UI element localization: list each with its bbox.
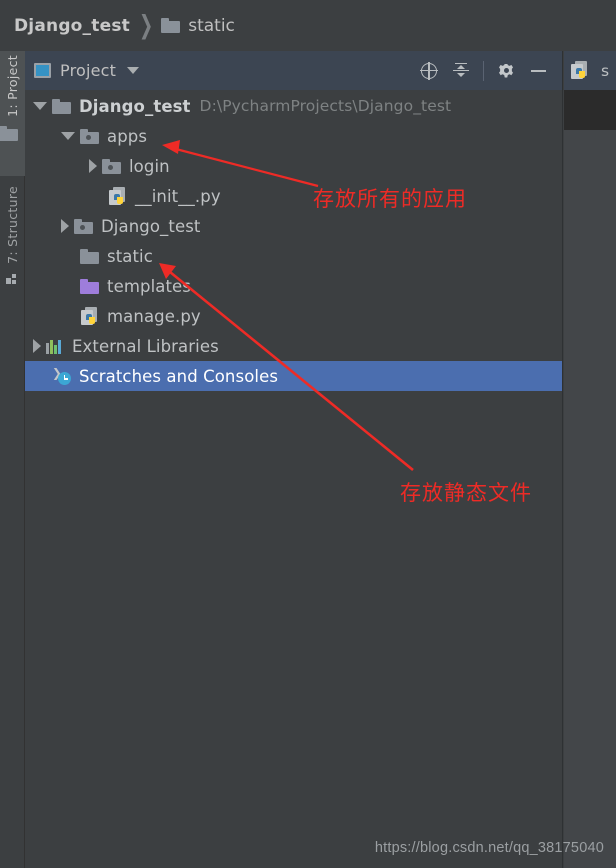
breadcrumb: Django_test ❯ static [0, 0, 616, 51]
folder-icon [0, 125, 18, 141]
module-folder-icon [102, 158, 121, 174]
annotation-label-apps: 存放所有的应用 [313, 187, 467, 211]
editor-tab[interactable]: s [570, 61, 609, 80]
structure-icon [6, 273, 19, 285]
sidebar-item-structure-label: 7: Structure [5, 186, 20, 264]
sidebar-item-project[interactable]: 1: Project [0, 51, 25, 176]
project-tool-window: Project Django_test D:\PycharmProjects\D… [25, 51, 563, 868]
editor-tab-label: s [601, 61, 610, 80]
collapse-all-button[interactable] [445, 55, 477, 87]
project-panel-title: Project [60, 61, 117, 80]
purple-folder-icon [80, 278, 99, 294]
tree-row[interactable]: External Libraries [25, 331, 562, 361]
locate-button[interactable] [413, 55, 445, 87]
scratches-icon: ❯ [52, 367, 71, 385]
tree-row-path: D:\PycharmProjects\Django_test [199, 97, 452, 115]
toolbar-divider [483, 60, 484, 81]
tree-row[interactable]: manage.py [25, 301, 562, 331]
tree-row-label: apps [107, 126, 148, 146]
breadcrumb-leaf-label: static [188, 15, 235, 36]
project-view-selector[interactable]: Project [34, 61, 140, 80]
project-panel-toolbar: Project [25, 51, 562, 90]
python-file-icon [108, 186, 127, 206]
python-file-icon [80, 306, 99, 326]
tree-row[interactable]: Django_test [25, 211, 562, 241]
breadcrumb-root[interactable]: Django_test [14, 16, 130, 36]
project-toolbar-actions [413, 51, 554, 90]
chevron-down-icon[interactable] [127, 67, 140, 74]
sidebar-item-structure[interactable]: 7: Structure [0, 182, 25, 322]
tree-row[interactable]: Django_test D:\PycharmProjects\Django_tes… [25, 91, 562, 121]
tree-row-label: login [129, 156, 170, 176]
tree-row[interactable]: static [25, 241, 562, 271]
tree-row-label: __init__.py [135, 186, 221, 206]
tree-row-label: Django_test [101, 216, 201, 236]
chevron-right-icon[interactable] [89, 159, 97, 173]
tree-row[interactable]: apps [25, 121, 562, 151]
editor-area: s [564, 51, 616, 868]
collapse-all-icon [452, 62, 470, 80]
libraries-icon [46, 339, 64, 354]
python-file-icon [570, 61, 589, 80]
sidebar-item-project-label: 1: Project [5, 55, 20, 117]
tree-row[interactable]: login [25, 151, 562, 181]
tree-row-label: Django_test [79, 96, 191, 116]
project-tree[interactable]: Django_test D:\PycharmProjects\Django_tes… [25, 90, 562, 391]
annotation-label-static: 存放静态文件 [400, 481, 532, 505]
settings-button[interactable] [490, 55, 522, 87]
gear-icon [497, 62, 515, 80]
tree-row[interactable]: ❯ Scratches and Consoles [25, 361, 562, 391]
breadcrumb-separator-icon: ❯ [138, 10, 154, 41]
editor-gutter [564, 90, 616, 130]
tree-row[interactable]: __init__.py [25, 181, 562, 211]
hide-panel-button[interactable] [522, 55, 554, 87]
module-folder-icon [80, 128, 99, 144]
folder-icon [161, 18, 181, 33]
tree-row[interactable]: templates [25, 271, 562, 301]
chevron-down-icon[interactable] [61, 132, 75, 140]
minimize-icon [530, 69, 546, 72]
chevron-right-icon[interactable] [33, 339, 41, 353]
chevron-down-icon[interactable] [33, 102, 47, 110]
breadcrumb-leaf-item[interactable]: static [161, 16, 235, 36]
module-folder-icon [74, 218, 93, 234]
tree-row-label: Scratches and Consoles [79, 366, 279, 386]
chevron-right-icon[interactable] [61, 219, 69, 233]
watermark: https://blog.csdn.net/qq_38175040 [374, 840, 604, 856]
pycharm-window: Django_test ❯ static 1: Project 7: Struc… [0, 0, 616, 868]
folder-icon [52, 98, 71, 114]
left-tool-window-stripe: 1: Project 7: Structure [0, 51, 25, 868]
tree-row-label: static [107, 246, 153, 266]
tree-row-label: External Libraries [72, 336, 219, 356]
folder-icon [80, 248, 99, 264]
project-window-icon [34, 63, 51, 78]
locate-icon [420, 61, 438, 80]
editor-tab-strip: s [564, 51, 616, 90]
tree-row-label: manage.py [107, 306, 201, 326]
tree-row-label: templates [107, 276, 191, 296]
